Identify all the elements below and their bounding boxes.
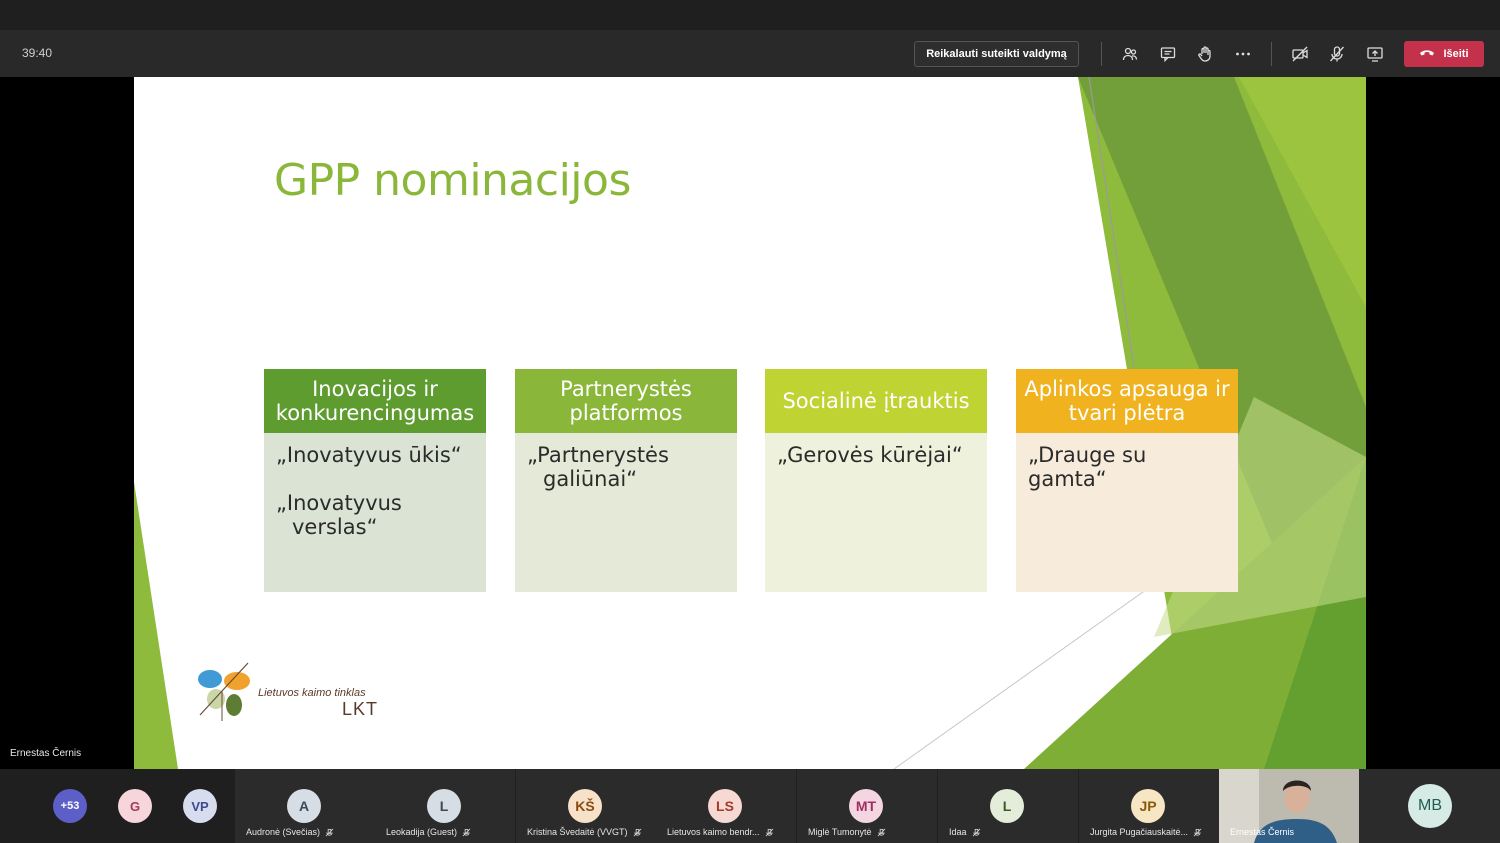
lkt-logo-mark: [198, 662, 250, 721]
leave-button[interactable]: Išeiti: [1404, 41, 1484, 67]
participants-icon[interactable]: [1118, 42, 1142, 66]
avatar: L: [427, 789, 461, 823]
mic-off-icon: [325, 828, 334, 836]
card-header: Inovacijos ir konkurencingumas: [264, 369, 486, 433]
participant-name: Idaa: [949, 827, 967, 837]
participant-tile[interactable]: L Leokadija (Guest): [375, 769, 515, 843]
avatar: LS: [708, 789, 742, 823]
logo-text: Lietuvos kaimo tinklas: [258, 687, 366, 699]
mic-off-icon: [877, 828, 885, 836]
card-body: „Drauge su gamta“: [1016, 433, 1238, 592]
avatar: L: [990, 789, 1024, 823]
mic-off-icon: [633, 828, 641, 836]
participant-name: Jurgita Pugačiauskaitė...: [1090, 827, 1189, 837]
card-item: „Partnerystės: [527, 443, 669, 467]
mic-off-icon: [1193, 828, 1202, 836]
nomination-card: Partnerystės platformos „Partnerystės ga…: [515, 369, 737, 592]
request-control-button[interactable]: Reikalauti suteikti valdymą: [914, 41, 1079, 67]
meeting-timer: 39:40: [22, 46, 53, 60]
leave-label: Išeiti: [1443, 48, 1469, 60]
nomination-card: Socialinė įtrauktis „Gerovės kūrėjai“: [765, 369, 987, 592]
card-header: Partnerystės platformos: [515, 369, 737, 433]
mic-off-icon[interactable]: [1325, 42, 1349, 66]
share-screen-icon[interactable]: [1363, 42, 1387, 66]
card-header: Aplinkos apsauga ir tvari plėtra: [1016, 369, 1238, 433]
toolbar-divider: [1271, 42, 1272, 66]
avatar: JP: [1131, 789, 1165, 823]
card-item: verslas“: [292, 515, 378, 539]
teams-meeting-window: 39:40 Reikalauti suteikti valdymą Išeiti…: [0, 0, 1500, 843]
avatar: KŠ: [568, 789, 602, 823]
card-body: „Gerovės kūrėjai“: [765, 433, 987, 592]
card-item: galiūnai“: [543, 467, 638, 491]
card-body: „Inovatyvus ūkis“ „Inovatyvus verslas“: [264, 433, 486, 592]
participant-name: Miglė Tumonytė: [808, 827, 872, 837]
card-item: „Inovatyvus: [276, 491, 402, 515]
participant-name: Audronė (Svečias): [246, 827, 321, 837]
nomination-card: Aplinkos apsauga ir tvari plėtra „Drauge…: [1016, 369, 1238, 592]
mic-off-icon: [462, 828, 471, 836]
card-item: „Gerovės kūrėjai“: [777, 443, 963, 467]
participant-tile[interactable]: KŠ Kristina Švedaitė (VVGT): [516, 769, 656, 843]
phone-hangup-icon: [1419, 48, 1435, 61]
shared-presentation-slide: GPP nominacijos Inovacijos ir konkurenci…: [134, 77, 1366, 769]
raise-hand-icon[interactable]: [1193, 42, 1217, 66]
participant-name: Leokadija (Guest): [386, 827, 458, 837]
avatar: MT: [849, 789, 883, 823]
card-item: „Drauge su gamta“: [1028, 443, 1147, 491]
participant-tile[interactable]: L Idaa: [938, 769, 1078, 843]
camera-off-icon[interactable]: [1288, 42, 1312, 66]
mic-off-icon: [765, 828, 773, 836]
participant-name: Lietuvos kaimo bendr...: [667, 827, 760, 837]
avatar: A: [287, 789, 321, 823]
title-strip: [0, 0, 1500, 30]
card-body: „Partnerystės galiūnai“: [515, 433, 737, 592]
presenter-name: Ernestas Černis: [10, 748, 82, 759]
participants-strip: +53 G VP A Audronė (Svečias) L Leokadija…: [0, 769, 1500, 843]
participant-tile[interactable]: MB: [1359, 769, 1500, 843]
participant-video-tile[interactable]: Ernestas Černis: [1219, 769, 1359, 843]
participant-tile[interactable]: JP Jurgita Pugačiauskaitė...: [1079, 769, 1219, 843]
participant-name: Ernestas Černis: [1230, 827, 1295, 837]
mic-off-icon: [972, 828, 980, 836]
participant-avatar[interactable]: VP: [183, 789, 217, 823]
more-participants-badge[interactable]: +53: [53, 789, 87, 823]
slide-title: GPP nominacijos: [274, 155, 631, 206]
meeting-toolbar: 39:40 Reikalauti suteikti valdymą Išeiti: [0, 30, 1500, 77]
more-options-icon[interactable]: [1231, 42, 1255, 66]
card-item: „Inovatyvus ūkis“: [276, 443, 462, 467]
participant-name: Kristina Švedaitė (VVGT): [527, 827, 628, 837]
toolbar-divider: [1101, 42, 1102, 66]
chat-icon[interactable]: [1156, 42, 1180, 66]
lkt-logo: Lietuvos kaimo tinklas LKT: [192, 655, 402, 727]
card-header: Socialinė įtrauktis: [765, 369, 987, 433]
participant-avatar[interactable]: G: [118, 789, 152, 823]
logo-abbreviation: LKT: [342, 699, 379, 719]
nomination-card: Inovacijos ir konkurencingumas „Inovatyv…: [264, 369, 486, 592]
participant-tile[interactable]: A Audronė (Svečias): [235, 769, 375, 843]
participant-tile[interactable]: LS Lietuvos kaimo bendr...: [656, 769, 796, 843]
avatar: MB: [1408, 784, 1452, 828]
participant-tile[interactable]: MT Miglė Tumonytė: [797, 769, 937, 843]
